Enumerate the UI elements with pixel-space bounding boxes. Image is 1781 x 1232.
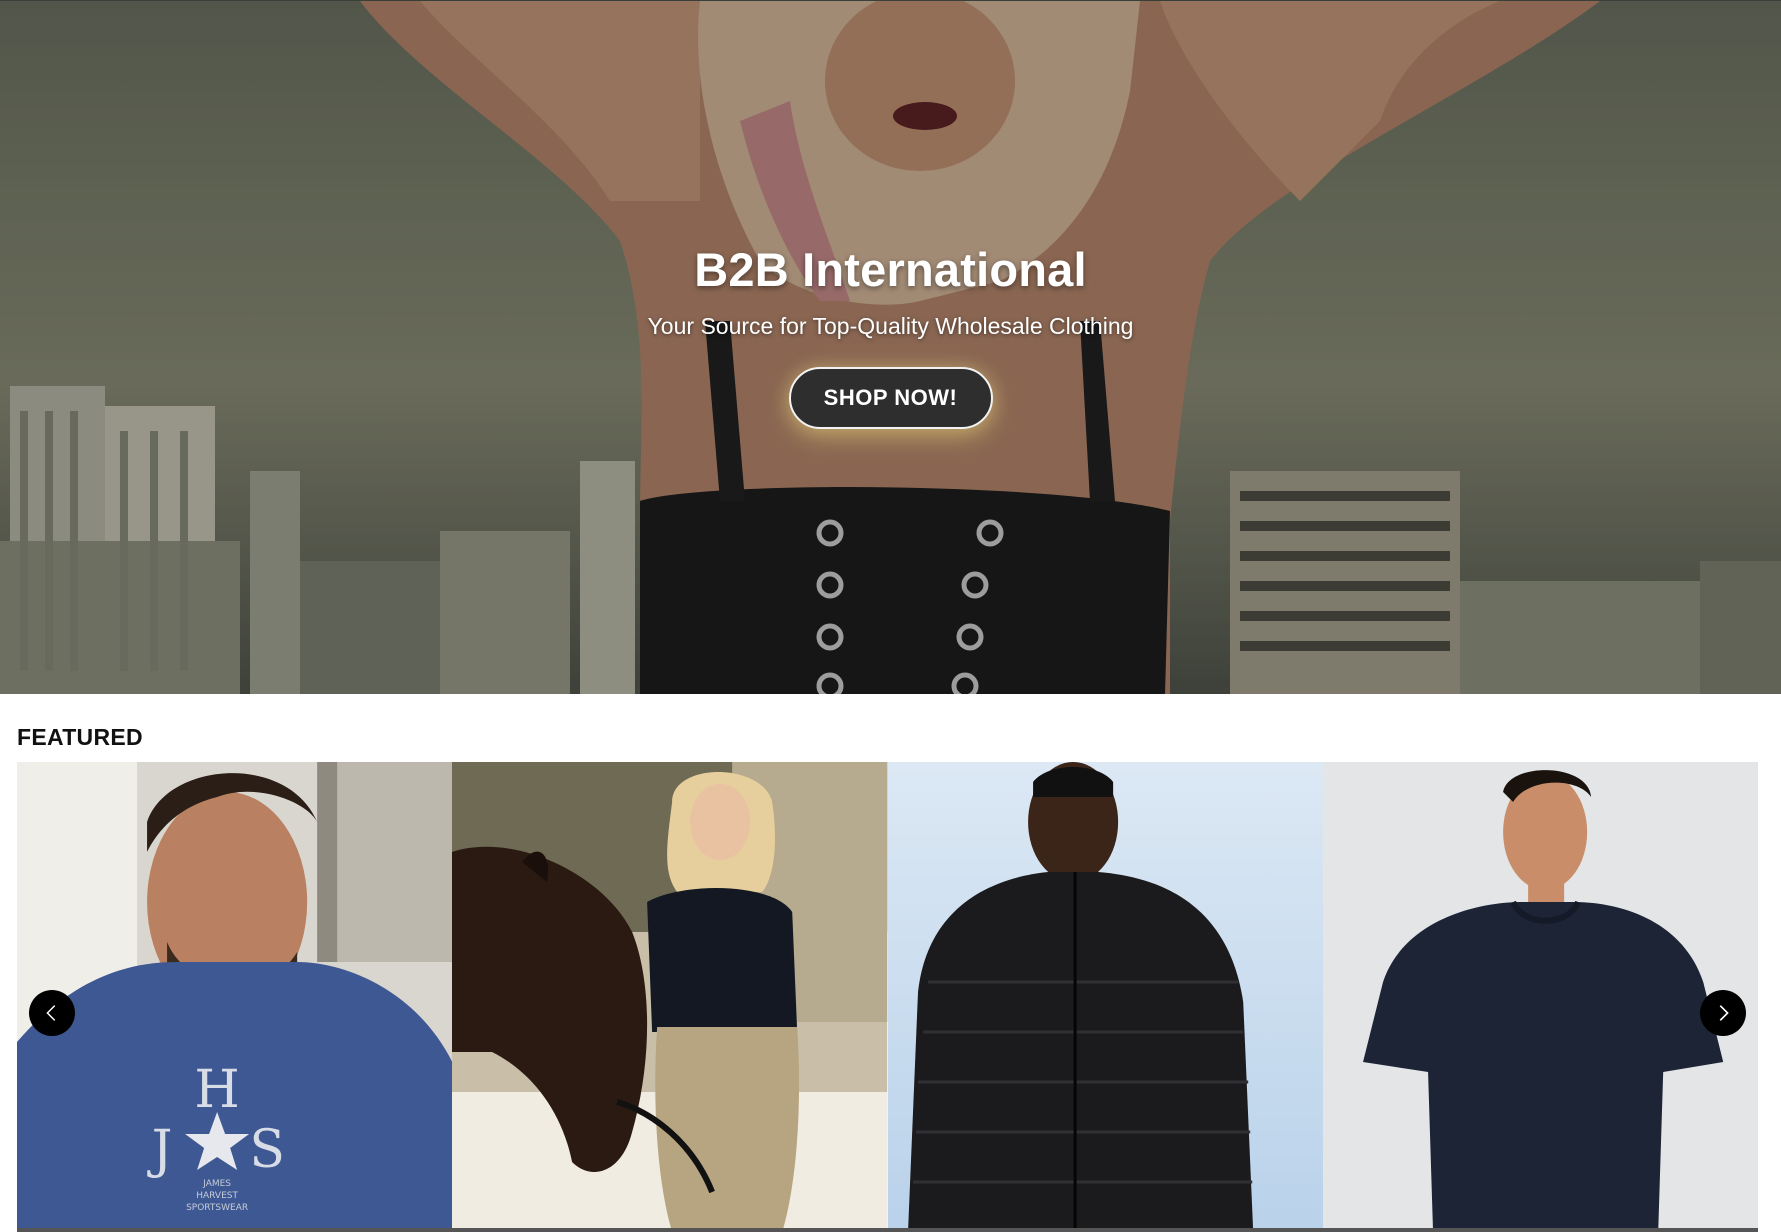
tee-print-h: H — [194, 1060, 239, 1120]
svg-text:HARVEST: HARVEST — [196, 1191, 238, 1201]
hero-title: B2B International — [694, 243, 1087, 296]
carousel-scroll-track[interactable] — [17, 1228, 1758, 1232]
product-image-3 — [887, 762, 1323, 1232]
svg-text:SPORTSWEAR: SPORTSWEAR — [186, 1203, 248, 1213]
tee-print-brand: JAMES — [202, 1179, 231, 1189]
product-image-1: H J S JAMES HARVEST SPORTSWEAR — [17, 762, 453, 1232]
carousel-next-button[interactable] — [1700, 990, 1746, 1036]
hero-content: B2B International Your Source for Top-Qu… — [0, 239, 1781, 429]
chevron-left-icon — [46, 1005, 56, 1021]
featured-carousel[interactable]: H J S JAMES HARVEST SPORTSWEAR — [17, 762, 1758, 1232]
product-image-4 — [1322, 762, 1758, 1232]
carousel-track: H J S JAMES HARVEST SPORTSWEAR — [17, 762, 1758, 1232]
featured-heading: FEATURED — [17, 724, 143, 750]
hero-subtitle: Your Source for Top-Quality Wholesale Cl… — [647, 313, 1134, 339]
product-image-2 — [452, 762, 888, 1232]
tee-print-s: S — [249, 1120, 285, 1180]
hero-banner: B2B International Your Source for Top-Qu… — [0, 0, 1781, 694]
product-card-4[interactable] — [1322, 762, 1758, 1232]
product-card-1[interactable]: H J S JAMES HARVEST SPORTSWEAR — [17, 762, 453, 1232]
shop-now-button[interactable]: SHOP NOW! — [788, 367, 993, 429]
product-card-2[interactable] — [452, 762, 888, 1232]
product-card-3[interactable] — [887, 762, 1323, 1232]
carousel-prev-button[interactable] — [29, 990, 75, 1036]
chevron-right-icon — [1719, 1005, 1729, 1021]
